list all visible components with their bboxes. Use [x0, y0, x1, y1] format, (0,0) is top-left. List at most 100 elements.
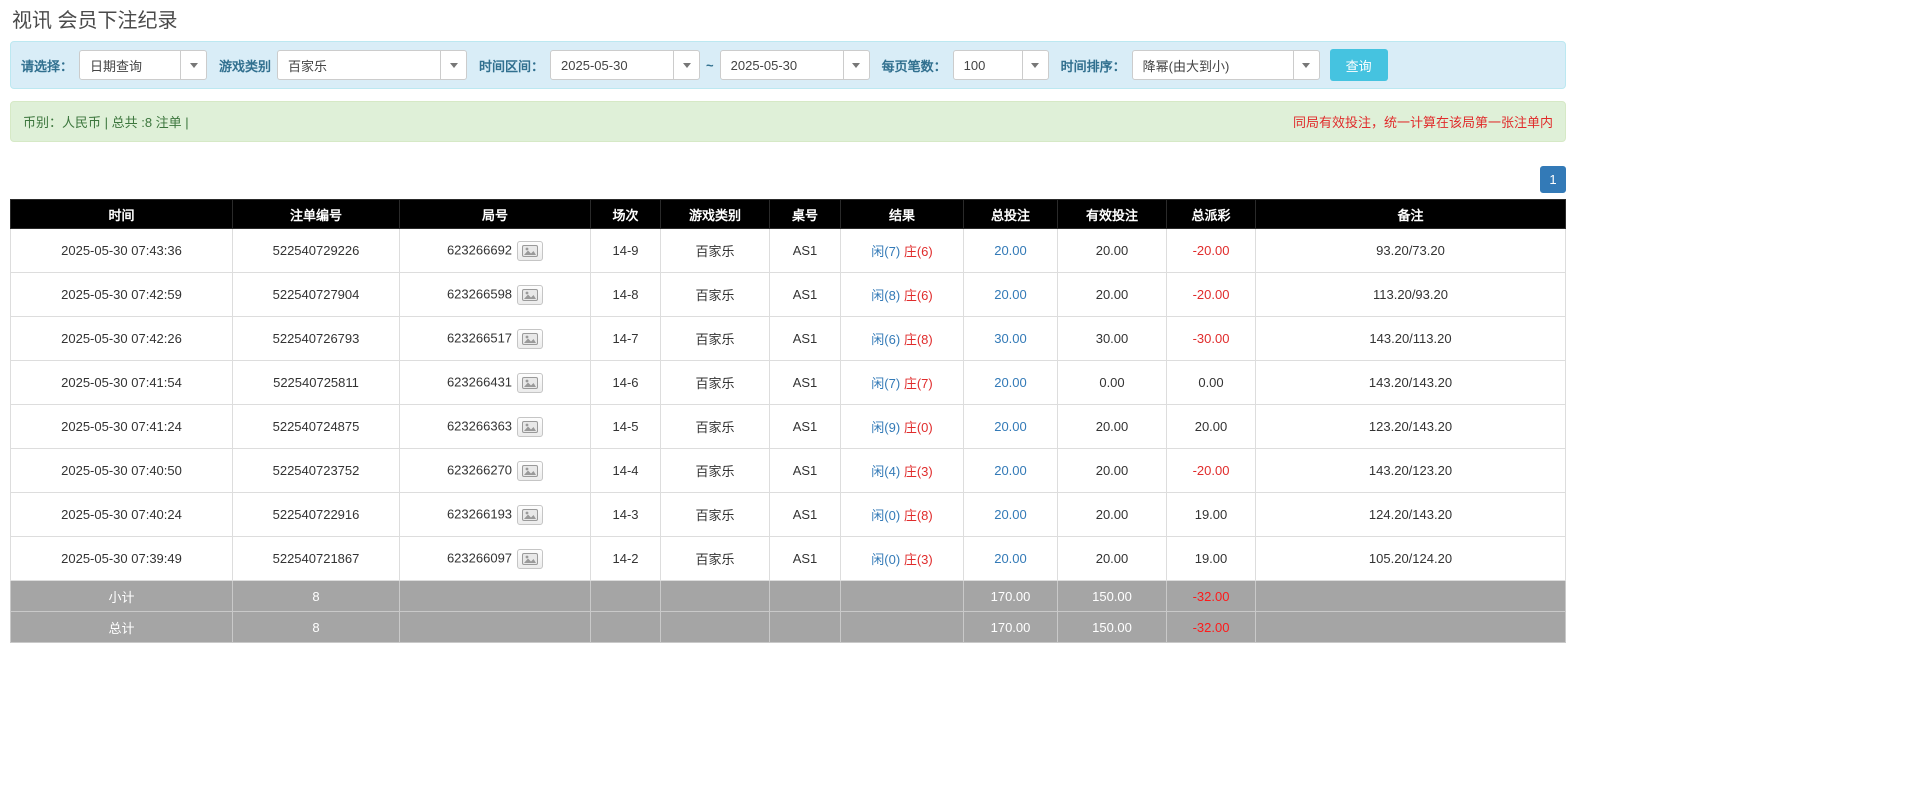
chevron-down-icon	[440, 51, 466, 79]
cell-round: 623266517	[400, 317, 591, 361]
chevron-down-icon	[1293, 51, 1319, 79]
currency-summary-text: 币别：人民币 | 总共 :8 注单 |	[23, 112, 189, 131]
cell-valid-bet: 20.00	[1058, 537, 1167, 581]
result-banker: 庄(8)	[904, 332, 933, 347]
total-valid-bet: 150.00	[1058, 612, 1167, 643]
game-type-select[interactable]: 百家乐	[277, 50, 467, 80]
cell-round: 623266363	[400, 405, 591, 449]
total-bet-link[interactable]: 20.00	[994, 507, 1027, 522]
query-type-select[interactable]: 日期查询	[79, 50, 207, 80]
round-detail-button[interactable]	[517, 549, 543, 569]
cell-table-no: AS1	[770, 493, 841, 537]
cell-payout: -20.00	[1167, 229, 1256, 273]
cell-remark: 123.20/143.20	[1256, 405, 1566, 449]
cell-bet-id: 522540724875	[233, 405, 400, 449]
cell-bet-id: 522540725811	[233, 361, 400, 405]
cell-session: 14-4	[591, 449, 661, 493]
column-header: 游戏类别	[661, 200, 770, 229]
date-range-separator: ~	[706, 58, 714, 73]
result-player: 闲(9)	[871, 420, 900, 435]
bet-records-table: 时间注单编号局号场次游戏类别桌号结果总投注有效投注总派彩备注 2025-05-3…	[10, 199, 1566, 643]
cell-time: 2025-05-30 07:41:54	[11, 361, 233, 405]
date-to-value: 2025-05-30	[721, 58, 843, 73]
round-number: 623266270	[447, 462, 512, 477]
cell-valid-bet: 20.00	[1058, 273, 1167, 317]
search-button[interactable]: 查询	[1330, 49, 1388, 81]
round-detail-button[interactable]	[517, 461, 543, 481]
result-banker: 庄(3)	[904, 552, 933, 567]
total-bet-link[interactable]: 20.00	[994, 419, 1027, 434]
summary-bar: 币别：人民币 | 总共 :8 注单 | 同局有效投注，统一计算在该局第一张注单内	[10, 101, 1566, 142]
cell-round: 623266692	[400, 229, 591, 273]
total-bet-link[interactable]: 20.00	[994, 287, 1027, 302]
cell-result: 闲(9) 庄(0)	[841, 405, 964, 449]
total-bet-link[interactable]: 20.00	[994, 375, 1027, 390]
total-bet-link[interactable]: 20.00	[994, 463, 1027, 478]
cell-time: 2025-05-30 07:43:36	[11, 229, 233, 273]
round-detail-button[interactable]	[517, 329, 543, 349]
cell-session: 14-3	[591, 493, 661, 537]
round-detail-button[interactable]	[517, 285, 543, 305]
cell-result: 闲(4) 庄(3)	[841, 449, 964, 493]
total-row: 总计 8 170.00 150.00 -32.00	[11, 612, 1566, 643]
cell-table-no: AS1	[770, 405, 841, 449]
image-icon	[522, 245, 538, 257]
cell-game-type: 百家乐	[661, 405, 770, 449]
page-size-select[interactable]: 100	[953, 50, 1049, 80]
table-body: 2025-05-30 07:43:36 522540729226 6232666…	[11, 229, 1566, 581]
subtotal-valid-bet: 150.00	[1058, 581, 1167, 612]
select-label: 请选择：	[21, 56, 73, 75]
image-icon	[522, 333, 538, 345]
cell-time: 2025-05-30 07:40:50	[11, 449, 233, 493]
image-icon	[522, 509, 538, 521]
result-player: 闲(4)	[871, 464, 900, 479]
cell-game-type: 百家乐	[661, 317, 770, 361]
column-header: 总投注	[964, 200, 1058, 229]
total-bet-link[interactable]: 20.00	[994, 243, 1027, 258]
game-type-label: 游戏类别	[219, 56, 271, 75]
total-bet-link[interactable]: 30.00	[994, 331, 1027, 346]
cell-session: 14-8	[591, 273, 661, 317]
cell-total-bet: 20.00	[964, 537, 1058, 581]
cell-payout: 19.00	[1167, 493, 1256, 537]
table-row: 2025-05-30 07:43:36 522540729226 6232666…	[11, 229, 1566, 273]
page-title: 视讯 会员下注纪录	[10, 0, 1566, 41]
total-count: 8	[233, 612, 400, 643]
round-number: 623266517	[447, 330, 512, 345]
cell-session: 14-6	[591, 361, 661, 405]
cell-time: 2025-05-30 07:41:24	[11, 405, 233, 449]
total-payout: -32.00	[1167, 612, 1256, 643]
round-number: 623266692	[447, 242, 512, 257]
round-detail-button[interactable]	[517, 241, 543, 261]
image-icon	[522, 465, 538, 477]
round-number: 623266097	[447, 550, 512, 565]
cell-table-no: AS1	[770, 537, 841, 581]
result-player: 闲(8)	[871, 288, 900, 303]
image-icon	[522, 553, 538, 565]
cell-round: 623266431	[400, 361, 591, 405]
cell-remark: 105.20/124.20	[1256, 537, 1566, 581]
filter-bar: 请选择： 日期查询 游戏类别 百家乐 时间区间： 2025-05-30 ~ 20…	[10, 41, 1566, 89]
cell-valid-bet: 20.00	[1058, 449, 1167, 493]
round-detail-button[interactable]	[517, 373, 543, 393]
sort-select[interactable]: 降幂(由大到小)	[1132, 50, 1320, 80]
page-button-1[interactable]: 1	[1540, 166, 1566, 193]
valid-bet-notice: 同局有效投注，统一计算在该局第一张注单内	[1293, 112, 1553, 131]
cell-result: 闲(0) 庄(3)	[841, 537, 964, 581]
chevron-down-icon	[673, 51, 699, 79]
cell-remark: 143.20/123.20	[1256, 449, 1566, 493]
total-bet-link[interactable]: 20.00	[994, 551, 1027, 566]
cell-bet-id: 522540721867	[233, 537, 400, 581]
cell-total-bet: 20.00	[964, 273, 1058, 317]
date-to-select[interactable]: 2025-05-30	[720, 50, 870, 80]
round-detail-button[interactable]	[517, 417, 543, 437]
table-row: 2025-05-30 07:40:24 522540722916 6232661…	[11, 493, 1566, 537]
cell-valid-bet: 20.00	[1058, 493, 1167, 537]
cell-payout: -30.00	[1167, 317, 1256, 361]
page-size-label: 每页笔数：	[882, 56, 947, 75]
subtotal-payout: -32.00	[1167, 581, 1256, 612]
cell-game-type: 百家乐	[661, 537, 770, 581]
round-detail-button[interactable]	[517, 505, 543, 525]
time-range-label: 时间区间：	[479, 56, 544, 75]
date-from-select[interactable]: 2025-05-30	[550, 50, 700, 80]
